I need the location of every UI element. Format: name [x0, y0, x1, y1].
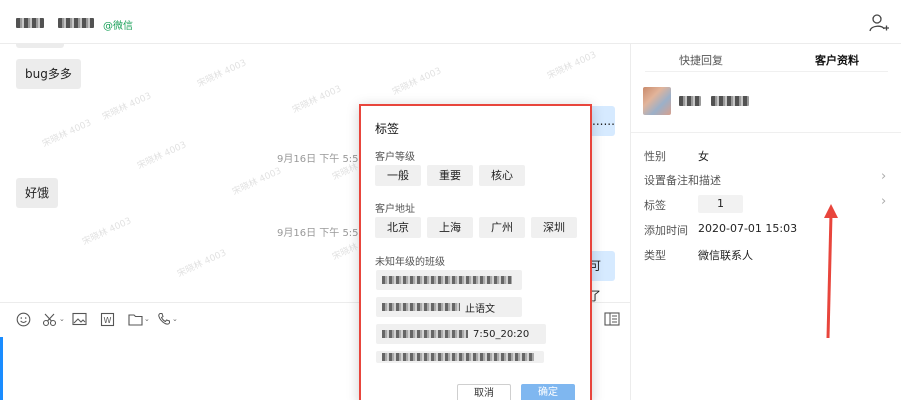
contact-name — [16, 16, 94, 30]
message-timestamp: 9月16日 下午 5:53 — [277, 154, 365, 165]
tag-option[interactable]: 一般 — [375, 165, 421, 186]
tag-group-label: 客户等级 — [375, 152, 415, 163]
chevron-down-icon: ⌄ — [59, 314, 65, 323]
class-tag-option[interactable] — [376, 351, 544, 363]
confirm-button[interactable]: 确定 — [521, 384, 575, 400]
tag-option[interactable]: 重要 — [427, 165, 473, 186]
chevron-right-icon[interactable]: › — [881, 169, 886, 184]
phone-icon — [158, 313, 170, 325]
class-tag-text: 止语文 — [465, 303, 495, 315]
folder-icon — [128, 313, 143, 326]
chat-header: @微信 — [0, 0, 901, 44]
watermark: 宋晓林 4003 — [545, 50, 599, 82]
blurred-text — [382, 330, 468, 338]
watermark: 宋晓林 4003 — [80, 216, 134, 248]
watermark: 宋晓林 4003 — [290, 84, 344, 116]
type-label: 类型 — [644, 249, 666, 262]
input-focus-indicator — [0, 337, 3, 400]
blurred-text — [382, 276, 512, 284]
type-value: 微信联系人 — [698, 249, 753, 262]
annotation-arrow-icon — [824, 204, 838, 339]
toggle-sidebar-button[interactable] — [604, 311, 620, 327]
message-timestamp: 9月16日 下午 5:59 — [277, 228, 365, 239]
call-button[interactable]: ⌄ — [157, 311, 178, 327]
chevron-down-icon: ⌄ — [172, 314, 178, 323]
scissors-icon — [42, 313, 57, 326]
emoji-button[interactable] — [16, 311, 31, 327]
message-bubble[interactable]: bug多多 — [16, 59, 81, 89]
contact-name-blurred — [16, 18, 44, 28]
class-tag-option[interactable] — [376, 270, 522, 290]
tag-chip[interactable]: 1 — [698, 195, 743, 213]
screenshot-button[interactable]: ⌄ — [42, 311, 65, 327]
tab-quick-reply[interactable]: 快捷回复 — [679, 52, 723, 68]
image-button[interactable] — [72, 311, 87, 327]
contact-company-blurred — [58, 18, 94, 28]
blurred-text — [382, 353, 534, 361]
watermark: 宋晓林 4003 — [230, 166, 284, 198]
tag-option[interactable]: 北京 — [375, 217, 421, 238]
tag-label: 标签 — [644, 199, 666, 212]
tag-option[interactable]: 核心 — [479, 165, 525, 186]
class-tag-option[interactable]: 7:50_20:20 — [376, 324, 546, 344]
chevron-down-icon: ⌄ — [144, 314, 150, 323]
tag-option[interactable]: 深圳 — [531, 217, 577, 238]
watermark: 宋晓林 4003 — [100, 91, 154, 123]
class-tag-text: 7:50_20:20 — [473, 328, 530, 340]
customer-panel: 快捷回复 客户资料 性别 女 设置备注和描述 › 标签 1 › 添加时间 202… — [630, 44, 901, 400]
watermark: 宋晓林 4003 — [175, 248, 229, 280]
watermark: 宋晓林 4003 — [390, 66, 444, 98]
gender-label: 性别 — [644, 150, 666, 163]
watermark: 宋晓林 4003 — [195, 58, 249, 90]
watermark: 宋晓林 4003 — [40, 118, 94, 150]
dialog-title: 标签 — [375, 122, 400, 136]
tag-option[interactable]: 上海 — [427, 217, 473, 238]
file-button[interactable]: ⌄ — [128, 311, 150, 327]
wechat-source-tag: @微信 — [103, 21, 133, 32]
tab-divider — [645, 71, 888, 72]
tag-option[interactable]: 广州 — [479, 217, 525, 238]
cancel-button[interactable]: 取消 — [457, 384, 511, 400]
class-tag-option[interactable]: 止语文 — [376, 297, 522, 317]
remark-description-link[interactable]: 设置备注和描述 — [644, 172, 721, 188]
customer-name-blurred — [679, 96, 701, 106]
watermark: 宋晓林 4003 — [135, 140, 189, 172]
message-bubble[interactable]: 好饿 — [16, 178, 59, 208]
add-user-icon — [869, 14, 889, 32]
tag-group-label: 未知年级的班级 — [375, 257, 445, 268]
gender-value: 女 — [698, 150, 709, 163]
image-icon — [72, 312, 87, 326]
emoji-icon — [16, 312, 31, 326]
customer-name-blurred — [711, 96, 749, 106]
tab-customer-info[interactable]: 客户资料 — [815, 52, 859, 68]
divider — [631, 132, 901, 133]
tag-group-label: 客户地址 — [375, 204, 415, 215]
svg-text:W: W — [104, 316, 112, 325]
blurred-text — [382, 303, 460, 311]
customer-name — [679, 96, 749, 106]
sidebar-toggle-icon — [604, 312, 620, 326]
word-file-icon: W — [100, 312, 115, 326]
message-bubble-partial[interactable] — [16, 44, 64, 48]
avatar[interactable] — [643, 87, 671, 115]
added-time-label: 添加时间 — [644, 224, 688, 237]
tag-dialog: 标签 客户等级 一般 重要 核心 客户地址 北京 上海 广州 深圳 未知年级的班… — [359, 104, 592, 400]
word-file-button[interactable]: W — [100, 311, 115, 327]
chevron-right-icon[interactable]: › — [881, 194, 886, 209]
add-user-button[interactable] — [868, 12, 890, 34]
added-time-value: 2020-07-01 15:03 — [698, 222, 798, 235]
